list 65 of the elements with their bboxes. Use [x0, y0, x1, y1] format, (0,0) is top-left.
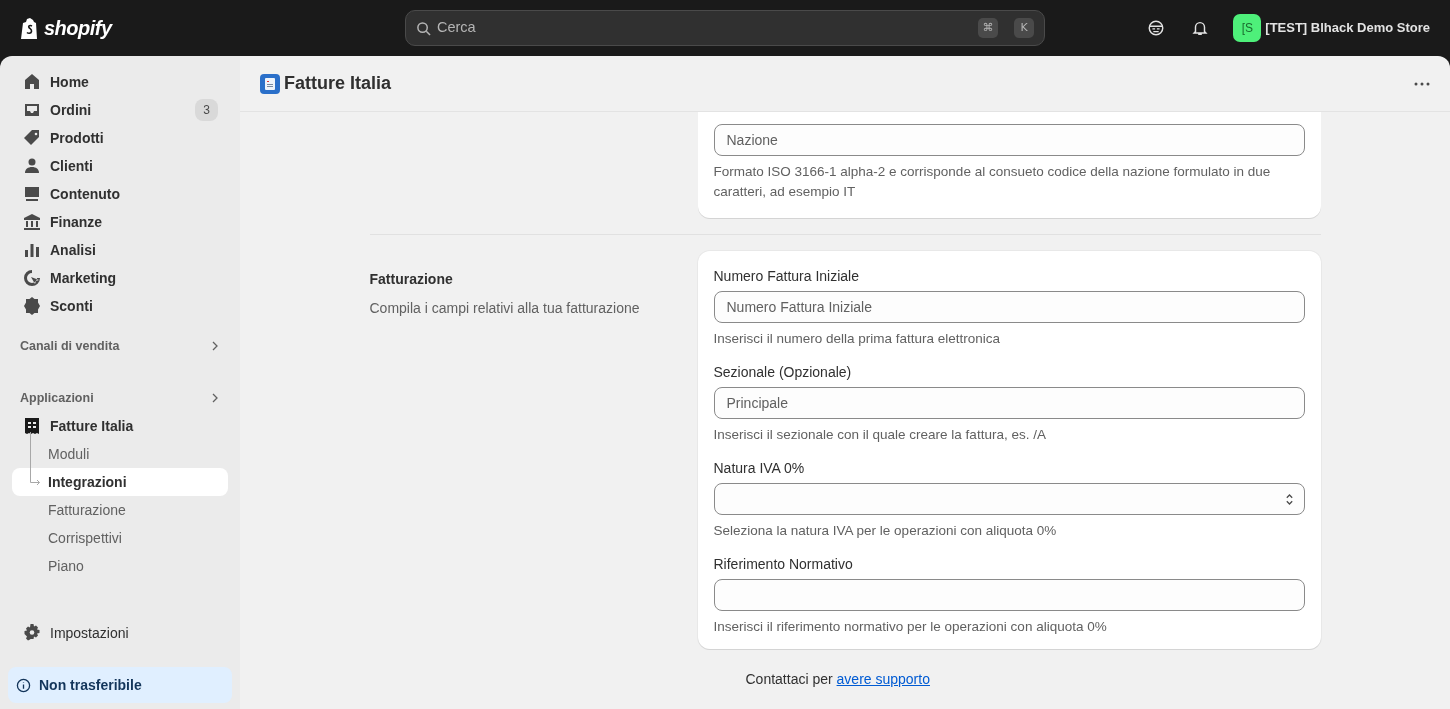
- help-text: Formato ISO 3166-1 alpha-2 e corrisponde al consueto codice della nazione formulato in due caratteri, ad esempio IT: [713, 163, 1272, 201]
- search-icon: [416, 20, 431, 36]
- sidebar-item[interactable]: Analisi: [12, 236, 228, 264]
- support-link[interactable]: avere supporto: [836, 671, 930, 687]
- sidebar-item[interactable]: Finanze: [12, 208, 228, 236]
- section-title: Fatturazione: [369, 270, 454, 289]
- bell-icon[interactable]: [1191, 19, 1210, 37]
- section-description: Compila i campi relativi alla tua fatturazione: [369, 299, 641, 318]
- count-badge: 3: [195, 99, 218, 121]
- sidebar-item[interactable]: Prodotti: [12, 124, 228, 152]
- nav-icon: [22, 184, 42, 204]
- help-text: Inserisci il riferimento normativo per le operazioni con aliquota 0%: [713, 618, 1108, 636]
- search-field[interactable]: Cerca ⌘ K: [405, 10, 1045, 46]
- select-arrows-icon: [1284, 492, 1294, 506]
- app-icon: [260, 73, 280, 94]
- search-placeholder: Cerca: [437, 18, 477, 38]
- logo-text: shopify: [44, 16, 112, 41]
- more-icon[interactable]: [1414, 81, 1430, 86]
- app-icon: [22, 416, 42, 436]
- notice-banner[interactable]: Non trasferibile: [8, 667, 232, 703]
- field-label: Sezionale (Opzionale): [713, 363, 853, 381]
- sidebar-item[interactable]: Ordini 3: [12, 96, 228, 124]
- sidebar-subitem[interactable]: Fatturazione: [12, 496, 228, 524]
- chevron-icon: [210, 393, 220, 403]
- nav-icon: [22, 296, 42, 316]
- field-label: Natura IVA 0%: [713, 459, 806, 477]
- face-icon[interactable]: [1147, 19, 1166, 37]
- shopping-bag-icon: [20, 17, 40, 39]
- sidebar-subitem[interactable]: Corrispettivi: [12, 524, 228, 552]
- sidebar-item[interactable]: Contenuto: [12, 180, 228, 208]
- sidebar-item[interactable]: Marketing: [12, 264, 228, 292]
- sidebar-item[interactable]: Clienti: [12, 152, 228, 180]
- shortcut-key: K: [1014, 18, 1034, 38]
- sidebar-subitem[interactable]: Moduli: [12, 440, 228, 468]
- nav-icon: [22, 156, 42, 176]
- shortcut-key: ⌘: [978, 18, 998, 38]
- nav-icon: [22, 72, 42, 92]
- nav-icon: [22, 128, 42, 148]
- sidebar-subitem[interactable]: Piano: [12, 552, 228, 580]
- input-field[interactable]: [713, 579, 1305, 611]
- settings-icon: [22, 623, 42, 643]
- sidebar-item[interactable]: Sconti: [12, 292, 228, 320]
- select-field[interactable]: [713, 483, 1305, 515]
- app-name[interactable]: Fatture Italia: [50, 415, 134, 437]
- chevron-icon: [210, 341, 220, 351]
- help-text: Inserisci il numero della prima fattura elettronica: [713, 330, 1002, 348]
- sidebar-item[interactable]: Impostazioni: [12, 619, 228, 647]
- sidebar-subitem[interactable]: Integrazioni: [12, 468, 228, 496]
- store-avatar[interactable]: [S: [1233, 14, 1262, 42]
- section-heading[interactable]: Applicazioni: [12, 384, 228, 412]
- store-name[interactable]: [TEST] Blhack Demo Store: [1265, 18, 1430, 38]
- info-icon: [16, 677, 31, 693]
- help-text: Inserisci il sezionale con il quale creare la fattura, es. /A: [713, 426, 1047, 444]
- input-field[interactable]: Numero Fattura Iniziale: [713, 291, 1305, 323]
- field-label: Riferimento Normativo: [713, 555, 854, 573]
- input-field[interactable]: Principale: [713, 387, 1305, 419]
- input-field[interactable]: Nazione: [713, 124, 1305, 156]
- section-heading[interactable]: Canali di vendita: [12, 332, 228, 360]
- sidebar-item[interactable]: Home: [12, 68, 228, 96]
- nav-icon: [22, 268, 42, 288]
- nav-icon: [22, 212, 42, 232]
- page-title: Fatture Italia: [284, 72, 393, 95]
- help-text: Seleziona la natura IVA per le operazioni con aliquota 0%: [713, 522, 1058, 540]
- field-label: Numero Fattura Iniziale: [713, 267, 860, 285]
- support-text: Contattaci per avere supporto: [745, 670, 931, 689]
